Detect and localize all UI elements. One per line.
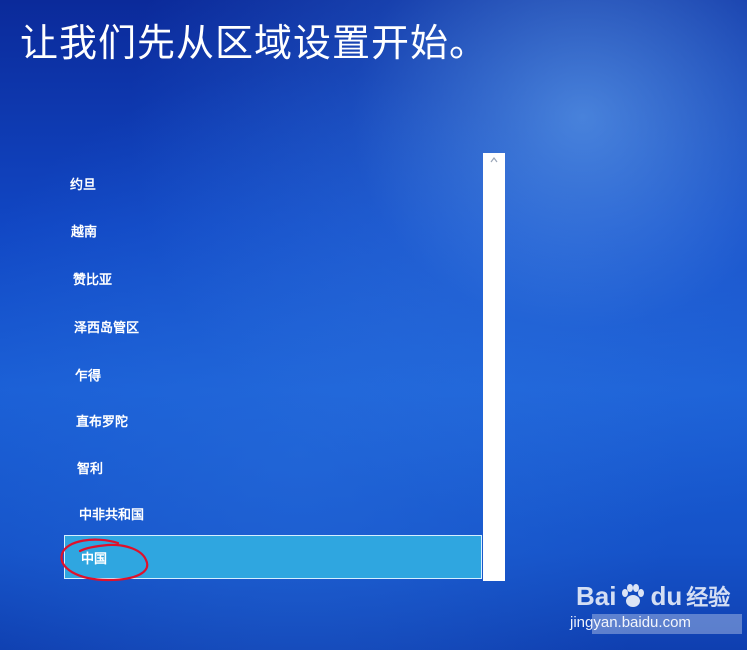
logo-jingyan-text: 经验 [686, 586, 731, 611]
region-list-item[interactable]: 中非共和国 [64, 491, 482, 535]
region-list-item-label: 中国 [81, 551, 108, 567]
region-list-item[interactable]: 约旦 [64, 161, 482, 205]
region-list-item[interactable]: 乍得 [64, 352, 482, 396]
region-list[interactable]: 约旦越南赞比亚泽西岛管区乍得直布罗陀智利中非共和国中国 [64, 157, 484, 585]
region-list-item[interactable]: 中国 [64, 535, 482, 579]
page-title: 让我们先从区域设置开始。 [20, 21, 489, 65]
region-list-item[interactable]: 直布罗陀 [64, 398, 482, 442]
region-list-item-label: 约旦 [70, 177, 97, 193]
region-list-item-label: 赞比亚 [73, 272, 113, 288]
region-list-item-label: 泽西岛管区 [74, 320, 140, 336]
region-list-item-label: 乍得 [75, 368, 102, 384]
watermark-logo: Bai du 经验 [576, 580, 730, 612]
region-list-item[interactable]: 泽西岛管区 [64, 304, 482, 348]
scrollbar[interactable] [483, 153, 505, 581]
region-list-item-label: 智利 [77, 461, 104, 477]
region-list-item-label: 越南 [71, 224, 98, 240]
region-list-item[interactable]: 赞比亚 [64, 256, 482, 300]
region-list-item-label: 中非共和国 [79, 507, 145, 523]
region-list-item[interactable]: 越南 [64, 208, 482, 252]
paw-icon [622, 584, 645, 607]
baidu-jingyan-watermark: Bai du 经验 jingyan.baidu.com [570, 568, 747, 650]
logo-bai-text: Bai [576, 580, 617, 611]
chevron-up-icon[interactable] [490, 156, 498, 164]
logo-du-text: du [650, 580, 683, 611]
region-list-item-label: 直布罗陀 [76, 414, 129, 430]
watermark-url: jingyan.baidu.com [570, 614, 691, 631]
region-list-item[interactable]: 智利 [64, 445, 482, 489]
